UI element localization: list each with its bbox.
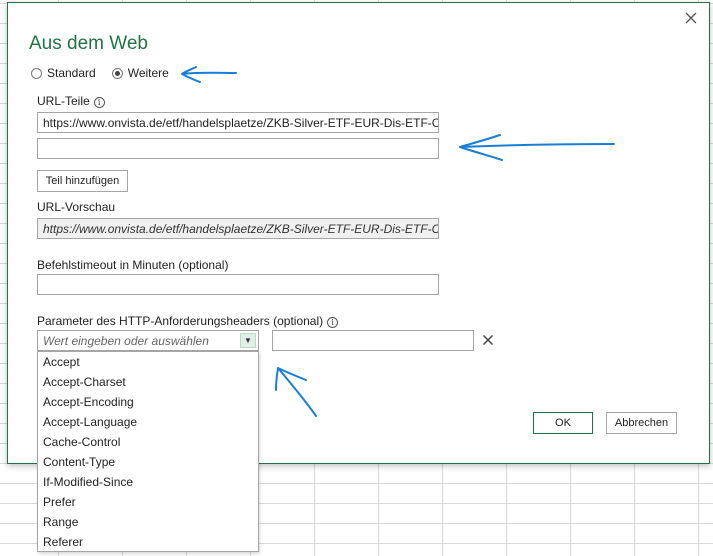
radio-standard-label: Standard bbox=[47, 66, 96, 80]
dropdown-option[interactable]: Accept-Language bbox=[38, 412, 258, 432]
url-parts-label-row: URL-Teile i bbox=[37, 94, 105, 108]
header-name-combobox[interactable]: Wert eingeben oder auswählen ▼ bbox=[37, 330, 259, 351]
remove-header-icon[interactable] bbox=[482, 334, 494, 346]
http-headers-label-row: Parameter des HTTP-Anforderungsheaders (… bbox=[37, 314, 339, 328]
url-preview-field: https://www.onvista.de/etf/handelsplaetz… bbox=[37, 218, 439, 239]
radio-advanced-indicator[interactable] bbox=[111, 67, 123, 79]
dropdown-option[interactable]: Range bbox=[38, 512, 258, 532]
close-icon[interactable] bbox=[682, 9, 700, 27]
info-icon[interactable]: i bbox=[93, 97, 105, 108]
chevron-down-icon[interactable]: ▼ bbox=[240, 333, 256, 348]
radio-standard-indicator[interactable] bbox=[31, 67, 42, 79]
header-name-placeholder: Wert eingeben oder auswählen bbox=[43, 334, 209, 348]
add-part-button[interactable]: Teil hinzufügen bbox=[37, 170, 128, 192]
url-preview-label: URL-Vorschau bbox=[37, 200, 116, 214]
radio-advanced[interactable]: Weitere bbox=[111, 66, 169, 80]
dropdown-option[interactable]: Accept-Charset bbox=[38, 372, 258, 392]
dropdown-option[interactable]: Accept-Encoding bbox=[38, 392, 258, 412]
url-parts-label: URL-Teile bbox=[37, 94, 90, 108]
http-headers-label: Parameter des HTTP-Anforderungsheaders (… bbox=[37, 314, 324, 328]
radio-standard[interactable]: Standard bbox=[31, 66, 96, 80]
radio-advanced-label: Weitere bbox=[127, 66, 169, 80]
dropdown-option[interactable]: If-Modified-Since bbox=[38, 472, 258, 492]
dropdown-option[interactable]: Cache-Control bbox=[38, 432, 258, 452]
dialog-title: Aus dem Web bbox=[29, 33, 148, 54]
dropdown-option[interactable]: Content-Type bbox=[38, 452, 258, 472]
ok-button[interactable]: OK bbox=[533, 412, 593, 434]
dropdown-option[interactable]: Accept bbox=[38, 352, 258, 372]
header-options-dropdown: Accept Accept-Charset Accept-Encoding Ac… bbox=[37, 351, 259, 552]
header-value-input[interactable] bbox=[272, 330, 474, 351]
dropdown-option[interactable]: Prefer bbox=[38, 492, 258, 512]
mode-radio-group: Standard Weitere bbox=[31, 66, 185, 80]
url-part-2-input[interactable] bbox=[37, 138, 439, 159]
dropdown-option[interactable]: Referer bbox=[38, 532, 258, 552]
url-part-1-input[interactable]: https://www.onvista.de/etf/handelsplaetz… bbox=[37, 112, 439, 133]
info-icon[interactable]: i bbox=[327, 317, 339, 328]
timeout-input[interactable] bbox=[37, 274, 439, 295]
cancel-button[interactable]: Abbrechen bbox=[606, 412, 677, 434]
timeout-label: Befehlstimeout in Minuten (optional) bbox=[37, 258, 229, 272]
